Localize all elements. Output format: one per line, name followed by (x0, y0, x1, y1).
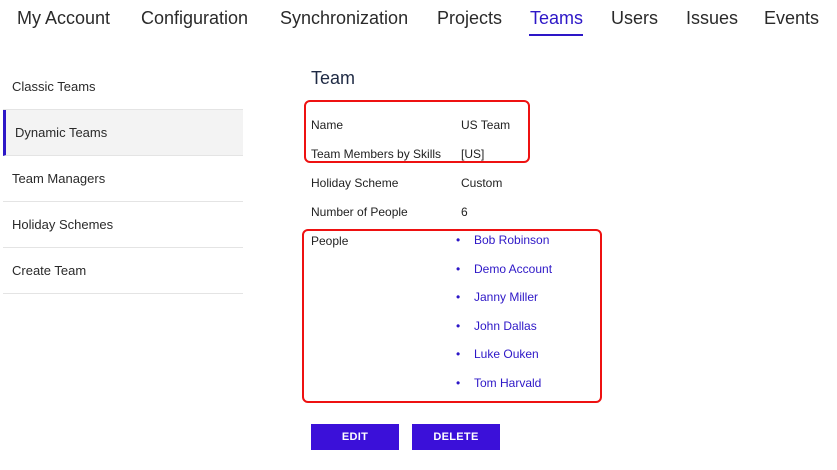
tab-configuration[interactable]: Configuration (141, 8, 248, 29)
tab-synchronization[interactable]: Synchronization (280, 8, 408, 29)
sidebar-item-create-team[interactable]: Create Team (3, 248, 243, 294)
people-label: People (311, 234, 349, 248)
number-of-people-value: 6 (461, 205, 468, 219)
number-of-people-label: Number of People (311, 205, 408, 219)
bullet-icon: • (456, 375, 461, 390)
list-item: • Bob Robinson (456, 233, 552, 262)
people-list: • Bob Robinson • Demo Account • Janny Mille… (456, 233, 552, 404)
page-title: Team (311, 68, 356, 88)
person-link-tom-harvald[interactable]: Tom Harvald (474, 376, 541, 390)
list-item: • Luke Ouken (456, 347, 552, 376)
delete-button[interactable]: DELETE (412, 424, 500, 450)
skills-label: Team Members by Skills (311, 147, 442, 161)
highlight-box-people (302, 229, 602, 403)
name-label: Name (311, 118, 344, 132)
tab-my-account[interactable]: My Account (17, 8, 110, 29)
list-item: • Tom Harvald (456, 376, 552, 405)
list-item: • John Dallas (456, 319, 552, 348)
bullet-icon: • (456, 261, 461, 276)
tab-events[interactable]: Events (764, 8, 819, 29)
tab-users[interactable]: Users (611, 8, 658, 29)
holiday-scheme-label: Holiday Scheme (311, 176, 399, 190)
tab-issues[interactable]: Issues (686, 8, 738, 29)
sidebar-item-holiday-schemes[interactable]: Holiday Schemes (3, 202, 243, 248)
skills-value: [US] (461, 147, 485, 161)
sidebar-item-classic-teams[interactable]: Classic Teams (3, 64, 243, 110)
active-tab-indicator (529, 34, 583, 36)
edit-button[interactable]: EDIT (311, 424, 399, 450)
tab-projects[interactable]: Projects (437, 8, 502, 29)
person-link-demo-account[interactable]: Demo Account (474, 262, 552, 276)
person-link-bob-robinson[interactable]: Bob Robinson (474, 233, 549, 247)
person-link-john-dallas[interactable]: John Dallas (474, 319, 537, 333)
bullet-icon: • (456, 318, 461, 333)
sidebar: Classic Teams Dynamic Teams Team Manager… (3, 64, 243, 294)
tab-teams[interactable]: Teams (530, 8, 583, 29)
sidebar-item-dynamic-teams[interactable]: Dynamic Teams (3, 110, 243, 156)
bullet-icon: • (456, 290, 461, 304)
list-item: • Janny Miller (456, 290, 552, 319)
sidebar-item-team-managers[interactable]: Team Managers (3, 156, 243, 202)
bullet-icon: • (456, 347, 461, 361)
name-value: US Team (461, 118, 511, 132)
list-item: • Demo Account (456, 262, 552, 291)
top-navigation: My Account Configuration Synchronization… (0, 0, 837, 40)
holiday-scheme-value: Custom (461, 176, 503, 190)
bullet-icon: • (456, 233, 461, 247)
person-link-luke-ouken[interactable]: Luke Ouken (474, 347, 539, 361)
person-link-janny-miller[interactable]: Janny Miller (474, 290, 538, 304)
